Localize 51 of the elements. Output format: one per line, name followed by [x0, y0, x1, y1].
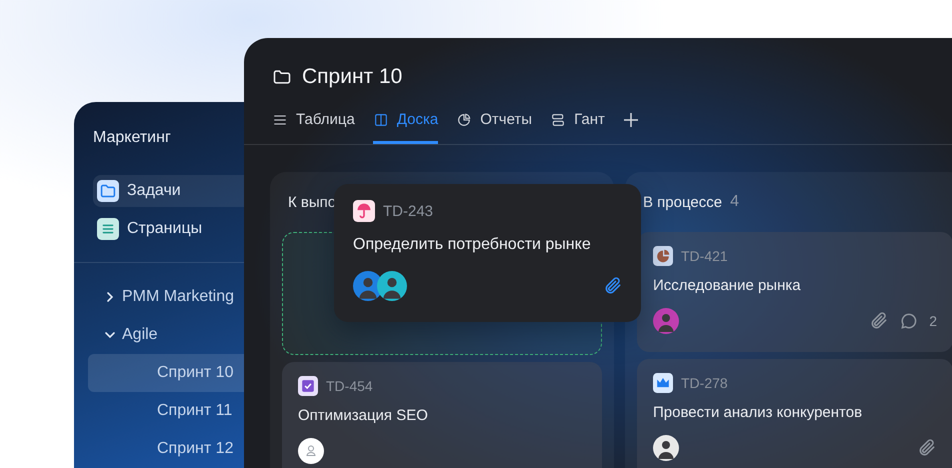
attachment-icon[interactable]: [917, 438, 937, 458]
task-card[interactable]: TD-278 Провести анализ конкурентов: [637, 359, 952, 468]
tree-item[interactable]: Спринт 11: [88, 392, 244, 430]
nav-item[interactable]: Задачи: [93, 175, 244, 207]
window-title: Спринт 10: [302, 65, 402, 89]
task-title: Определить потребности рынке: [353, 235, 592, 255]
folder-icon: [97, 180, 119, 202]
document-icon: [97, 218, 119, 240]
tree-item-label: PMM Marketing: [122, 288, 234, 306]
task-id: TD-454: [326, 378, 373, 394]
add-icon[interactable]: [622, 112, 639, 128]
tree-item-label: Спринт 11: [157, 402, 232, 420]
tree-item[interactable]: Спринт 10: [88, 354, 244, 392]
view-tab[interactable]: Доска: [372, 106, 438, 144]
comment-count: 2: [929, 313, 937, 329]
view-tab[interactable]: Гант: [550, 106, 605, 144]
tree-item[interactable]: PMM Marketing: [88, 278, 244, 316]
nav-item[interactable]: Страницы: [93, 213, 244, 245]
tree-item-label: Agile: [122, 326, 158, 344]
comment-icon[interactable]: [899, 311, 920, 331]
tree-item[interactable]: Спринт 12: [88, 430, 244, 468]
chevron-icon[interactable]: [104, 329, 116, 341]
check-icon: [298, 376, 318, 396]
task-id: TD-278: [681, 375, 728, 391]
attachment-icon[interactable]: [869, 311, 890, 331]
column-title: В процессе: [643, 194, 722, 210]
empty-avatar-icon: [298, 438, 324, 464]
column-count: 4: [730, 193, 739, 211]
task-title: Провести анализ конкурентов: [653, 403, 864, 423]
workspace-title: Маркетинг: [93, 128, 172, 148]
tree-item[interactable]: Agile: [88, 316, 244, 354]
nav-item-label: Задачи: [127, 182, 181, 200]
dragged-task-card[interactable]: TD-243 Определить потребности рынке: [334, 184, 641, 322]
tree-item-label: Спринт 10: [157, 364, 234, 382]
task-title: Исследование рынка: [653, 276, 802, 296]
pie-icon: [653, 246, 673, 266]
gantt-icon: [550, 112, 566, 128]
view-tab[interactable]: Таблица: [272, 106, 355, 144]
crown-icon: [653, 373, 673, 393]
pie-icon: [456, 112, 472, 128]
task-id: TD-421: [681, 248, 728, 264]
board-icon: [372, 112, 389, 128]
task-card[interactable]: TD-454 Оптимизация SEO: [282, 362, 602, 468]
tree-item-label: Спринт 12: [157, 440, 234, 458]
attachment-icon[interactable]: [603, 276, 623, 296]
task-title: Оптимизация SEO: [298, 406, 429, 426]
task-card[interactable]: TD-421 Исследование рынка 2: [637, 232, 952, 352]
view-tab[interactable]: Отчеты: [456, 106, 532, 144]
nav-item-label: Страницы: [127, 220, 202, 238]
umbrella-icon: [353, 200, 375, 222]
task-id: TD-243: [383, 202, 434, 220]
